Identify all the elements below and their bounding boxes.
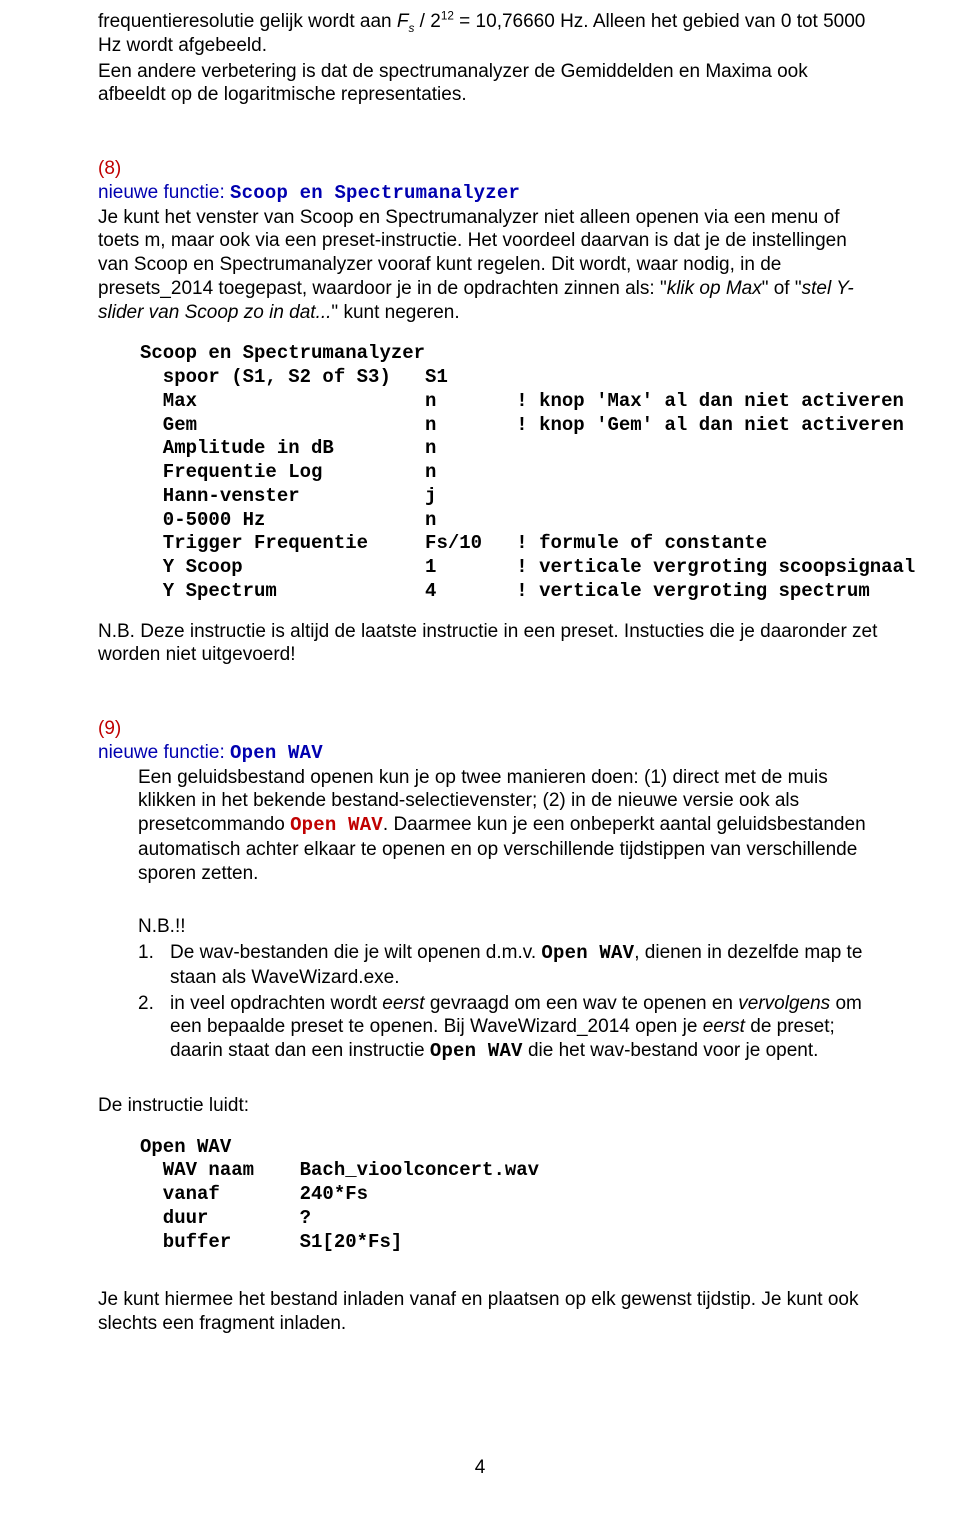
section-8-nb: N.B. Deze instructie is altijd de laatst… bbox=[98, 620, 880, 668]
emphasis: eerst bbox=[382, 993, 424, 1014]
text: " kunt negeren. bbox=[331, 302, 459, 323]
section-9-list: 1. De wav-bestanden die je wilt openen d… bbox=[138, 941, 880, 1064]
section-9-instr-lead: De instructie luidt: bbox=[98, 1094, 880, 1118]
text: die het wav-bestand voor je opent. bbox=[523, 1040, 819, 1061]
emphasis: eerst bbox=[703, 1016, 745, 1037]
list-item: 1. De wav-bestanden die je wilt openen d… bbox=[138, 941, 880, 990]
section-9-code: Open WAV WAV naam Bach_vioolconcert.wav … bbox=[140, 1136, 880, 1255]
section-8-title-name: Scoop en Spectrumanalyzer bbox=[230, 182, 520, 204]
list-item: 2. in veel opdrachten wordt eerst gevraa… bbox=[138, 992, 880, 1064]
text: De wav-bestanden die je wilt openen d.m.… bbox=[170, 942, 541, 963]
section-8-number: (8) bbox=[98, 157, 880, 181]
inline-command: Open WAV bbox=[541, 942, 634, 964]
text: " of " bbox=[762, 278, 802, 299]
section-9-number: (9) bbox=[98, 717, 880, 741]
document-page: frequentieresolutie gelijk wordt aan Fs … bbox=[0, 0, 960, 1336]
list-text: De wav-bestanden die je wilt openen d.m.… bbox=[170, 941, 880, 990]
section-9-title-name: Open WAV bbox=[230, 742, 323, 764]
text: Deze instructie is altijd de laatste ins… bbox=[98, 621, 877, 666]
section-9-body: Een geluidsbestand openen kun je op twee… bbox=[138, 766, 880, 886]
text: frequentieresolutie gelijk wordt aan bbox=[98, 11, 397, 32]
section-8-title: nieuwe functie: Scoop en Spectrumanalyze… bbox=[98, 181, 880, 206]
section-9-title-lead: nieuwe functie: bbox=[98, 742, 225, 763]
text: gevraagd om een wav te openen en bbox=[425, 993, 739, 1014]
nb-lead: N.B. bbox=[98, 621, 135, 642]
list-text: in veel opdrachten wordt eerst gevraagd … bbox=[170, 992, 880, 1064]
text: / 2 bbox=[414, 11, 440, 32]
list-number: 1. bbox=[138, 941, 170, 965]
paragraph-intro-1: frequentieresolutie gelijk wordt aan Fs … bbox=[98, 10, 880, 58]
section-9-title: nieuwe functie: Open WAV bbox=[98, 741, 880, 766]
section-8-code: Scoop en Spectrumanalyzer spoor (S1, S2 … bbox=[140, 342, 880, 603]
list-number: 2. bbox=[138, 992, 170, 1016]
inline-command: Open WAV bbox=[290, 814, 383, 836]
section-9-nb-lead: N.B.!! bbox=[138, 915, 880, 939]
section-9-tail: Je kunt hiermee het bestand inladen vana… bbox=[98, 1288, 880, 1336]
paragraph-intro-2: Een andere verbetering is dat de spectru… bbox=[98, 60, 880, 108]
superscript: 12 bbox=[441, 10, 454, 23]
emphasis: klik op Max bbox=[667, 278, 762, 299]
text: F bbox=[397, 11, 409, 32]
var-fs: Fs bbox=[397, 11, 415, 32]
section-8-body: Je kunt het venster van Scoop en Spectru… bbox=[98, 206, 880, 325]
page-number: 4 bbox=[0, 1456, 960, 1480]
emphasis: vervolgens bbox=[738, 993, 830, 1014]
inline-command: Open WAV bbox=[430, 1040, 523, 1062]
text: in veel opdrachten wordt bbox=[170, 993, 382, 1014]
section-8-title-lead: nieuwe functie: bbox=[98, 182, 225, 203]
